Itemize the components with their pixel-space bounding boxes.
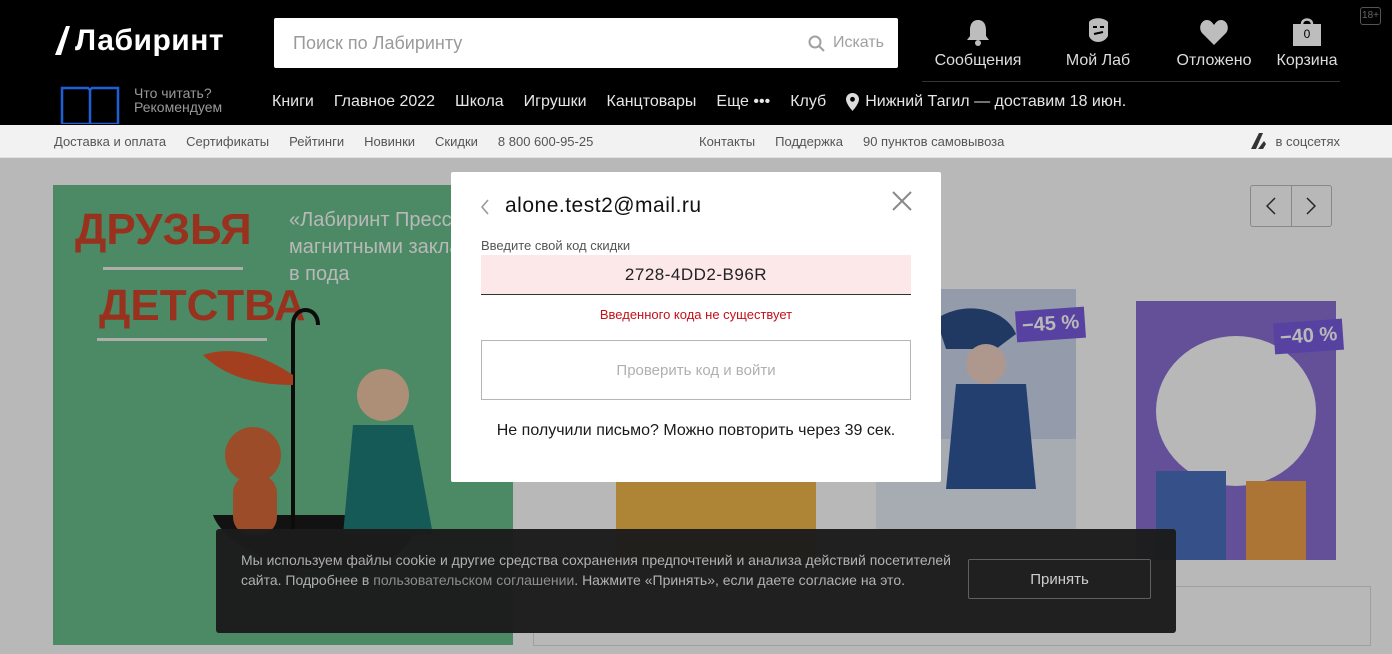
- logo-small-icon: [1250, 133, 1266, 149]
- close-icon: [892, 191, 912, 211]
- search-input[interactable]: [274, 18, 794, 68]
- my-lab-label: Мой Лаб: [1065, 52, 1131, 69]
- subnav-ratings[interactable]: Рейтинги: [289, 134, 344, 149]
- logo-mark-icon: [55, 26, 70, 55]
- cart-label: Корзина: [1276, 52, 1338, 69]
- social-label: в соцсетях: [1275, 133, 1341, 149]
- discount-code-modal: alone.test2@mail.ru Введите свой код ски…: [451, 172, 941, 482]
- messages-button[interactable]: Сообщения: [928, 14, 1028, 70]
- nav-club[interactable]: Клуб: [790, 93, 826, 111]
- search-button-label: Искать: [832, 34, 884, 51]
- my-lab-button[interactable]: Мой Лаб: [1048, 14, 1148, 70]
- nav-toys[interactable]: Игрушки: [524, 93, 587, 111]
- subnav-phone[interactable]: 8 800 600-95-25: [498, 134, 593, 149]
- back-button[interactable]: [478, 197, 492, 217]
- chevron-left-icon: [480, 199, 489, 215]
- recommend-line1: Что читать?: [134, 85, 212, 101]
- search-box: Искать: [274, 18, 898, 68]
- header: Лабиринт Искать Сообщения Мой Лаб: [0, 0, 1392, 125]
- saved-label: Отложено: [1176, 52, 1252, 69]
- user-agreement-link[interactable]: пользовательском соглашении: [373, 572, 574, 588]
- cookie-text-after: . Нажмите «Принять», если даете согласие…: [574, 572, 905, 588]
- heart-icon: [1200, 20, 1228, 45]
- resend-timer-text: Не получили письмо? Можно повторить чере…: [496, 422, 896, 439]
- code-label: Введите свой код скидки: [481, 238, 631, 253]
- subnav-pickup-points[interactable]: 90 пунктов самовывоза: [863, 134, 1004, 149]
- accept-cookies-button[interactable]: Принять: [968, 559, 1151, 599]
- error-message: Введенного кода не существует: [599, 307, 793, 322]
- subnav-new[interactable]: Новинки: [364, 134, 415, 149]
- nav-main-2022[interactable]: Главное 2022: [334, 93, 435, 111]
- nav-more[interactable]: Еще •••: [716, 93, 770, 111]
- social-link[interactable]: в соцсетях: [1250, 132, 1341, 150]
- saved-button[interactable]: Отложено: [1164, 14, 1264, 70]
- location-selector[interactable]: Нижний Тагил — доставим 18 июн.: [846, 93, 1126, 111]
- profile-icon: [1089, 18, 1108, 42]
- cookie-text: Мы используем файлы cookie и другие сред…: [241, 550, 961, 590]
- logo-text: Лабиринт: [75, 24, 225, 57]
- cart-button[interactable]: 0 Корзина: [1257, 14, 1357, 70]
- location-text: Нижний Тагил — доставим 18 июн.: [865, 93, 1127, 110]
- subnav-support[interactable]: Поддержка: [775, 134, 843, 149]
- cookie-banner: Мы используем файлы cookie и другие сред…: [216, 529, 1176, 633]
- messages-label: Сообщения: [934, 52, 1022, 69]
- sub-nav-right: Контакты Поддержка 90 пунктов самовывоза: [699, 134, 1004, 149]
- nav-school[interactable]: Школа: [455, 93, 504, 111]
- recommend-line2: Рекомендуем: [134, 99, 223, 115]
- discount-code-input[interactable]: [481, 255, 911, 295]
- header-divider: [922, 81, 1340, 82]
- recommend-link[interactable]: Что читать? Рекомендуем: [60, 85, 223, 124]
- logo[interactable]: Лабиринт: [53, 22, 225, 60]
- close-button[interactable]: [891, 190, 913, 212]
- check-code-button[interactable]: Проверить код и войти: [481, 340, 911, 400]
- search-button[interactable]: Искать: [808, 18, 884, 68]
- main-nav: Книги Главное 2022 Школа Игрушки Канцтов…: [272, 93, 1126, 111]
- nav-stationery[interactable]: Канцтовары: [607, 93, 697, 111]
- nav-books[interactable]: Книги: [272, 93, 314, 111]
- book-icon: [60, 86, 120, 124]
- account-email: alone.test2@mail.ru: [505, 194, 702, 217]
- subnav-discounts[interactable]: Скидки: [435, 134, 478, 149]
- search-icon: [808, 35, 825, 52]
- bell-icon: [967, 20, 989, 46]
- location-pin-icon: [846, 93, 860, 111]
- age-badge: 18+: [1360, 7, 1381, 25]
- cart-count: 0: [1303, 27, 1311, 41]
- subnav-contacts[interactable]: Контакты: [699, 134, 755, 149]
- sub-nav: Доставка и оплата Сертификаты Рейтинги Н…: [0, 125, 1392, 158]
- sub-nav-left: Доставка и оплата Сертификаты Рейтинги Н…: [54, 134, 593, 149]
- subnav-delivery[interactable]: Доставка и оплата: [54, 134, 166, 149]
- subnav-certificates[interactable]: Сертификаты: [186, 134, 269, 149]
